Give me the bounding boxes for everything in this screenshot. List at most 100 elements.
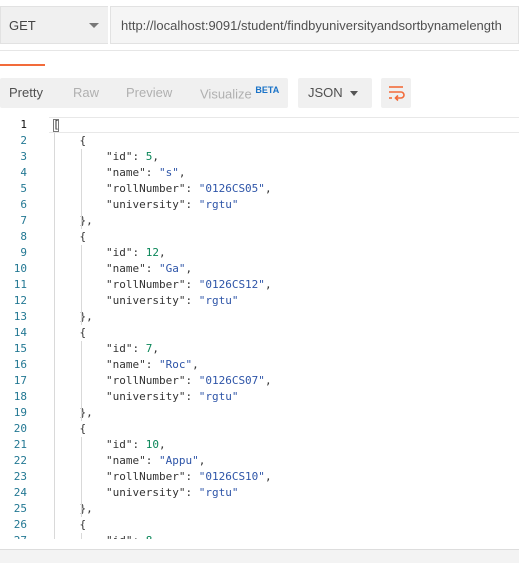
code-line: 11 "rollNumber": "0126CS12", <box>0 277 519 293</box>
code-text: "rollNumber": "0126CS07", <box>53 374 272 387</box>
line-number: 22 <box>13 454 27 467</box>
code-text: "id": 7, <box>53 342 159 355</box>
code-line: 23 "rollNumber": "0126CS10", <box>0 469 519 485</box>
code-line: 22 "name": "Appu", <box>0 453 519 469</box>
code-text: { <box>53 230 87 243</box>
code-line: 26 { <box>0 517 519 533</box>
line-number: 6 <box>20 198 27 211</box>
tab-pretty[interactable]: Pretty <box>9 85 43 100</box>
chevron-down-icon <box>89 23 99 28</box>
wrap-lines-button[interactable] <box>381 78 411 108</box>
code-line: 4 "name": "s", <box>0 165 519 181</box>
tab-visualize-label: Visualize <box>200 86 252 102</box>
response-body[interactable]: 1[2 {3 "id": 5, 4 "name": "s", 5 "rollNumb… <box>0 117 519 539</box>
tab-raw[interactable]: Raw <box>73 85 99 100</box>
code-line: 8 { <box>0 229 519 245</box>
format-select[interactable]: JSON <box>298 78 372 108</box>
code-text: "id": 10, <box>53 438 166 451</box>
request-bar: GET http://localhost:9091/student/findby… <box>0 0 519 51</box>
code-text: { <box>53 134 87 147</box>
current-line-highlight <box>49 117 519 133</box>
code-line: 12 "university": "rgtu" <box>0 293 519 309</box>
line-number: 18 <box>13 390 27 403</box>
method-select[interactable]: GET <box>0 6 108 44</box>
line-number: 20 <box>13 422 27 435</box>
status-bar <box>0 549 519 563</box>
line-number: 27 <box>0 533 27 539</box>
code-line: 13 }, <box>0 309 519 325</box>
line-number: 24 <box>13 486 27 499</box>
tab-preview[interactable]: Preview <box>126 85 172 100</box>
code-line: 16 "name": "Roc", <box>0 357 519 373</box>
line-number: 1 <box>20 118 27 131</box>
indent-guide <box>81 533 82 539</box>
chevron-down-icon <box>350 91 358 96</box>
code-line: 18 "university": "rgtu" <box>0 389 519 405</box>
code-line: 24 "university": "rgtu" <box>0 485 519 501</box>
code-text: "rollNumber": "0126CS05", <box>53 182 272 195</box>
code-text: "name": "Roc", <box>53 358 199 371</box>
code-text: { <box>53 422 87 435</box>
code-text: }, <box>53 406 93 419</box>
code-text: "name": "Appu", <box>53 454 206 467</box>
view-tabs: Pretty Raw Preview Visualize BETA <box>0 78 288 108</box>
line-number: 7 <box>20 214 27 227</box>
line-number: 15 <box>13 342 27 355</box>
line-number: 23 <box>13 470 27 483</box>
line-number: 9 <box>20 246 27 259</box>
indent-guide <box>81 341 82 421</box>
code-text: "rollNumber": "0126CS12", <box>53 278 272 291</box>
line-number: 17 <box>13 374 27 387</box>
url-input[interactable]: http://localhost:9091/student/findbyuniv… <box>110 6 519 44</box>
code-text: }, <box>53 214 93 227</box>
url-text: http://localhost:9091/student/findbyuniv… <box>121 18 502 33</box>
code-line: 3 "id": 5, <box>0 149 519 165</box>
code-line: 20 { <box>0 421 519 437</box>
format-label: JSON <box>308 85 343 100</box>
code-line: 17 "rollNumber": "0126CS07", <box>0 373 519 389</box>
code-line: 5 "rollNumber": "0126CS05", <box>0 181 519 197</box>
line-number: 2 <box>20 134 27 147</box>
code-line: 6 "university": "rgtu" <box>0 197 519 213</box>
code-text: "name": "Ga", <box>53 262 193 275</box>
code-line: 19 }, <box>0 405 519 421</box>
active-tab-indicator <box>0 64 45 66</box>
tab-visualize[interactable]: Visualize BETA <box>200 85 279 101</box>
code-text: "rollNumber": "0126CS10", <box>53 470 272 483</box>
line-number: 12 <box>13 294 27 307</box>
text-cursor <box>53 119 59 132</box>
code-line: 2 { <box>0 133 519 149</box>
code-line: 25 }, <box>0 501 519 517</box>
indent-guide <box>81 437 82 517</box>
code-text: }, <box>53 310 93 323</box>
code-line: 10 "name": "Ga", <box>0 261 519 277</box>
code-line: 1[ <box>0 117 519 133</box>
indent-guide <box>81 245 82 325</box>
code-text: "id": 12, <box>53 246 166 259</box>
line-number: 26 <box>13 518 27 531</box>
line-number: 3 <box>20 150 27 163</box>
line-number: 19 <box>13 406 27 419</box>
line-number: 5 <box>20 182 27 195</box>
line-number: 14 <box>13 326 27 339</box>
code-text: "id": 8 <box>53 533 152 539</box>
line-number: 8 <box>20 230 27 243</box>
line-number: 25 <box>13 502 27 515</box>
code-text: "id": 5, <box>53 150 159 163</box>
wrap-lines-icon <box>389 86 405 102</box>
indent-guide <box>81 149 82 229</box>
line-number: 10 <box>13 262 27 275</box>
code-text: }, <box>53 502 93 515</box>
code-line: 15 "id": 7, <box>0 341 519 357</box>
method-label: GET <box>9 18 36 33</box>
response-toolbar: Pretty Raw Preview Visualize BETA JSON <box>0 76 519 108</box>
line-number: 13 <box>13 310 27 323</box>
line-number: 4 <box>20 166 27 179</box>
code-line: 7 }, <box>0 213 519 229</box>
code-line: 14 { <box>0 325 519 341</box>
code-line: 21 "id": 10, <box>0 437 519 453</box>
code-text: { <box>53 518 87 531</box>
line-number: 16 <box>13 358 27 371</box>
code-text: "name": "s", <box>53 166 186 179</box>
code-text: { <box>53 326 87 339</box>
